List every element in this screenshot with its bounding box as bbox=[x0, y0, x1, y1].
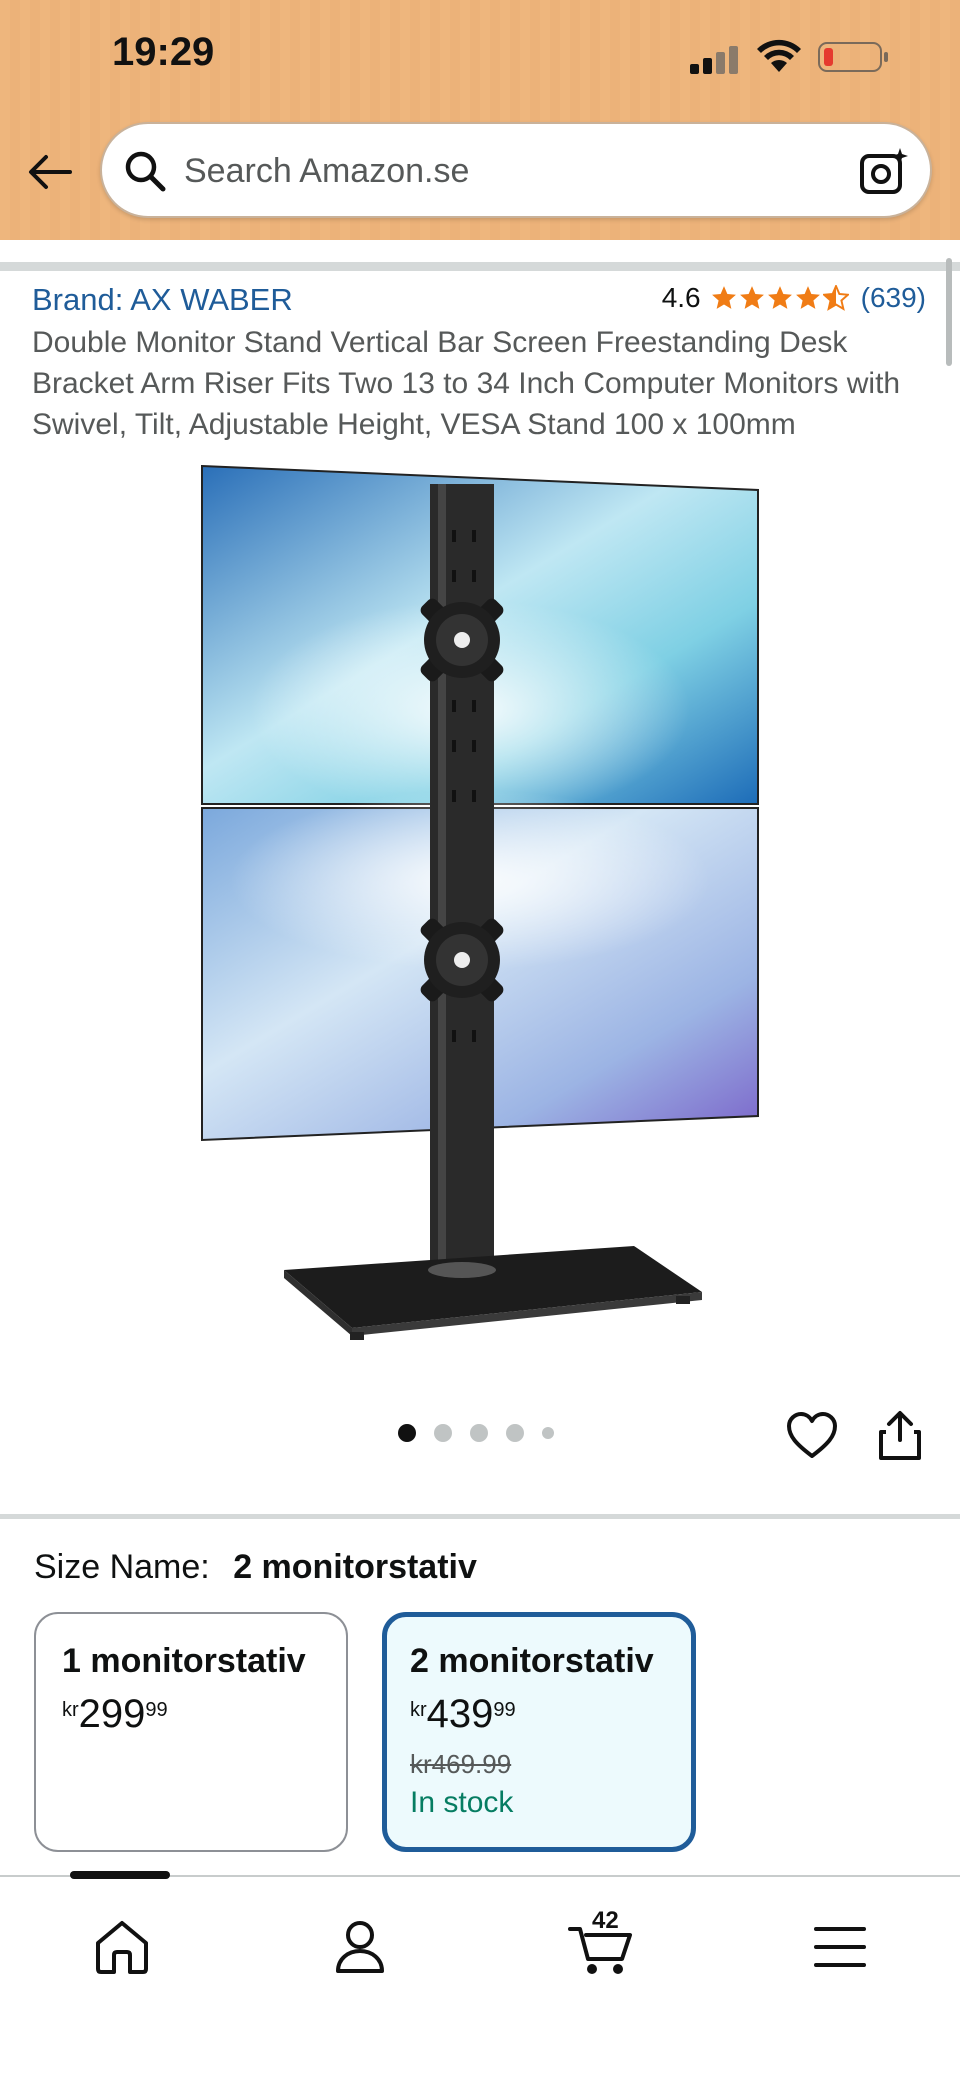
battery-icon bbox=[818, 42, 888, 72]
back-button[interactable] bbox=[24, 146, 76, 198]
star-icon bbox=[739, 286, 764, 309]
scrollbar[interactable] bbox=[946, 258, 952, 366]
price-fraction: 99 bbox=[145, 1699, 168, 1721]
cart-button[interactable]: 42 bbox=[566, 1907, 640, 1979]
carousel-dot[interactable] bbox=[398, 1424, 416, 1442]
size-label: Size Name: bbox=[34, 1548, 210, 1586]
search-icon bbox=[125, 151, 166, 192]
price-fraction: 99 bbox=[493, 1699, 516, 1721]
option-name: 2 monitorstativ bbox=[410, 1642, 654, 1680]
size-option-1-monitorstativ[interactable]: 1 monitorstativ kr 299 99 bbox=[34, 1612, 348, 1852]
option-name: 1 monitorstativ bbox=[62, 1642, 306, 1680]
option-price: kr 299 99 bbox=[62, 1691, 320, 1737]
price-whole: 439 bbox=[426, 1692, 494, 1736]
stock-status: In stock bbox=[410, 1786, 514, 1819]
search-bar[interactable] bbox=[100, 122, 932, 218]
product-image[interactable] bbox=[190, 460, 770, 1350]
price-currency: kr bbox=[62, 1699, 79, 1721]
share-icon[interactable] bbox=[876, 1410, 924, 1462]
star-icon bbox=[711, 286, 736, 309]
star-icon bbox=[767, 286, 792, 309]
rating-summary[interactable]: 4.6 (639) bbox=[662, 282, 926, 314]
camera-search-icon[interactable] bbox=[858, 146, 910, 198]
wifi-icon bbox=[757, 39, 801, 72]
carousel-dot[interactable] bbox=[434, 1424, 452, 1442]
product-title: Double Monitor Stand Vertical Bar Screen… bbox=[32, 326, 901, 441]
search-input[interactable] bbox=[184, 142, 824, 200]
image-carousel-dots[interactable] bbox=[398, 1424, 554, 1442]
price-whole: 299 bbox=[78, 1692, 146, 1736]
cellular-signal-icon bbox=[690, 46, 738, 74]
back-arrow-icon bbox=[29, 155, 72, 189]
wishlist-heart-icon[interactable] bbox=[786, 1410, 838, 1462]
app-header: 19:29 bbox=[0, 0, 960, 240]
cart-count-badge: 42 bbox=[592, 1907, 619, 1934]
half-star-icon bbox=[822, 285, 849, 311]
price-currency: kr bbox=[410, 1699, 427, 1721]
section-divider bbox=[0, 1514, 960, 1519]
size-option-2-monitorstativ[interactable]: 2 monitorstativ kr 439 99 kr469.99 In st… bbox=[382, 1612, 696, 1852]
carousel-dot[interactable] bbox=[542, 1427, 554, 1439]
star-rating bbox=[711, 285, 849, 311]
brand-link[interactable]: Brand: AX WABER bbox=[32, 282, 293, 318]
size-selector-heading: Size Name: 2 monitorstativ bbox=[34, 1548, 477, 1587]
rating-value: 4.6 bbox=[661, 282, 701, 313]
carousel-dot[interactable] bbox=[506, 1424, 524, 1442]
option-price: kr 439 99 bbox=[410, 1691, 668, 1737]
account-icon[interactable] bbox=[328, 1915, 392, 1979]
size-selected-value: 2 monitorstativ bbox=[233, 1548, 477, 1586]
carousel-dot[interactable] bbox=[470, 1424, 488, 1442]
review-count[interactable]: (639) bbox=[861, 282, 926, 314]
status-time: 19:29 bbox=[112, 30, 215, 74]
nav-active-indicator bbox=[70, 1871, 170, 1879]
menu-icon[interactable] bbox=[808, 1915, 872, 1979]
home-icon[interactable] bbox=[90, 1915, 154, 1979]
bottom-nav-bar: 42 bbox=[0, 1871, 960, 2077]
star-icon bbox=[795, 286, 820, 309]
header-divider bbox=[0, 262, 960, 271]
option-list-price: kr469.99 bbox=[410, 1749, 512, 1779]
